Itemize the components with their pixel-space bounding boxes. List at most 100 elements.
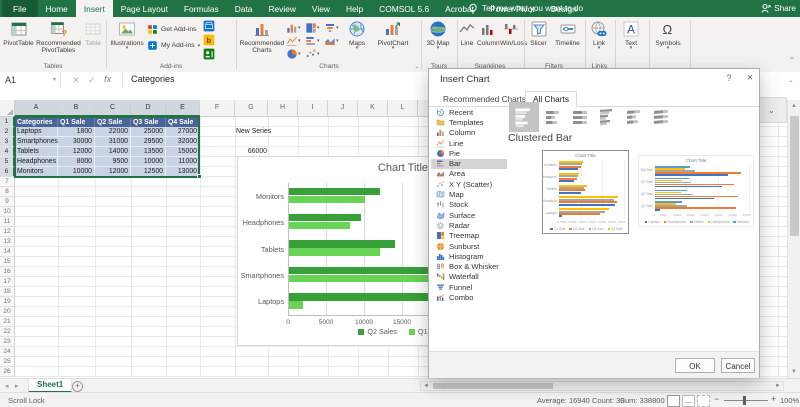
row-header-9[interactable]: 9 — [0, 197, 15, 207]
scroll-left-arrow[interactable]: ◄ — [423, 383, 429, 389]
ribbon-tab-page-layout[interactable]: Page Layout — [113, 0, 176, 17]
column-header-J[interactable]: J — [328, 100, 358, 117]
ribbon-tab-formulas[interactable]: Formulas — [176, 0, 227, 17]
row-header-19[interactable]: 19 — [0, 297, 15, 307]
cell-A3[interactable]: Smartphones — [15, 137, 58, 147]
my-add-ins-button[interactable]: My Add-ins▾ — [147, 40, 200, 51]
ribbon-tab-view[interactable]: View — [304, 0, 338, 17]
insert-column-chart-button[interactable]: ▾ — [286, 22, 304, 34]
column-button[interactable]: Column — [477, 18, 499, 47]
chart-type-item-box-whisker[interactable]: Box & Whisker — [431, 262, 507, 272]
cell-B5[interactable]: 8000 — [58, 157, 95, 167]
sheet-nav-right-icon[interactable]: ▸ — [15, 382, 19, 390]
link-button[interactable]: Link▾ — [586, 18, 612, 50]
scroll-up-arrow[interactable]: ▲ — [791, 103, 797, 109]
chart-type-item-bar[interactable]: Bar — [431, 159, 507, 169]
illustrations-button[interactable]: Illustrations▾ — [108, 18, 146, 50]
row-header-17[interactable]: 17 — [0, 277, 15, 287]
share-button[interactable]: Share — [761, 0, 796, 17]
cell-D3[interactable]: 29500 — [131, 137, 166, 147]
row-header-15[interactable]: 15 — [0, 257, 15, 267]
dialog-close-button[interactable]: × — [743, 72, 757, 86]
row-header-18[interactable]: 18 — [0, 287, 15, 297]
row-header-11[interactable]: 11 — [0, 217, 15, 227]
selection-fill-handle[interactable] — [197, 174, 202, 179]
ribbon-tab-comsol-5-6[interactable]: COMSOL 5.6 — [371, 0, 437, 17]
zoom-slider[interactable] — [724, 400, 768, 401]
name-box[interactable]: A1 ▾ — [0, 72, 61, 88]
chart-type-item-map[interactable]: Map — [431, 189, 507, 199]
name-box-dropdown-icon[interactable]: ▾ — [53, 76, 56, 83]
subtype-3d-100-stacked-bar-button[interactable] — [651, 107, 671, 127]
view-page-break-icon[interactable] — [697, 395, 710, 407]
zoom-out-button[interactable]: − — [714, 394, 719, 404]
chart-type-item-surface[interactable]: Surface — [431, 210, 507, 220]
chart-type-item-line[interactable]: Line — [431, 138, 507, 148]
subtype-3d-clustered-bar-button[interactable] — [597, 107, 617, 127]
cell-D6[interactable]: 12500 — [131, 167, 166, 177]
row-header-7[interactable]: 7 — [0, 177, 15, 187]
ribbon-tab-file[interactable]: File — [2, 0, 38, 17]
preview-clustered-bar-2[interactable]: Chart TitleQ4 SaleQ3 SaleQ2 SaleQ1 Sale0… — [638, 155, 754, 227]
cell-B3[interactable]: 30000 — [58, 137, 95, 147]
chart-type-item-radar[interactable]: Radar — [431, 220, 507, 230]
recommended-charts-button[interactable]: Recommended Charts — [239, 18, 285, 55]
cell-B4[interactable]: 12000 — [58, 147, 95, 157]
scroll-right-arrow[interactable]: ► — [775, 383, 781, 389]
cancel-button[interactable]: Cancel — [721, 358, 755, 373]
column-header-K[interactable]: K — [358, 100, 388, 117]
chart-type-item-sunburst[interactable]: Sunburst — [431, 241, 507, 251]
subtype-3d-stacked-bar-button[interactable] — [624, 107, 644, 127]
chart-type-item-pie[interactable]: Pie — [431, 148, 507, 158]
ribbon-tab-help[interactable]: Help — [338, 0, 371, 17]
vertical-scroll-thumb[interactable] — [790, 116, 799, 236]
row-header-25[interactable]: 25 — [0, 357, 15, 367]
cell-E4[interactable]: 15000 — [166, 147, 200, 157]
table-button[interactable]: Table — [82, 18, 104, 47]
ribbon-tab-insert[interactable]: Insert — [76, 0, 113, 17]
zoom-level-label[interactable]: 100% — [780, 396, 799, 405]
symbols-button[interactable]: ΩSymbols▾ — [651, 18, 685, 50]
cell-C5[interactable]: 9500 — [95, 157, 131, 167]
insert-function-icon[interactable]: fx — [104, 74, 111, 85]
column-header-H[interactable]: H — [268, 100, 298, 117]
add-sheet-button[interactable]: + — [72, 381, 83, 392]
row-header-2[interactable]: 2 — [0, 127, 15, 137]
cell-G2[interactable]: New Series — [236, 127, 267, 137]
chart-type-item-templates[interactable]: Templates — [431, 117, 507, 127]
row-header-13[interactable]: 13 — [0, 237, 15, 247]
row-header-23[interactable]: 23 — [0, 337, 15, 347]
column-header-L[interactable]: L — [388, 100, 418, 117]
cell-E6[interactable]: 13000 — [166, 167, 200, 177]
cell-A5[interactable]: Headphones — [15, 157, 58, 167]
row-header-3[interactable]: 3 — [0, 137, 15, 147]
row-header-12[interactable]: 12 — [0, 227, 15, 237]
row-header-6[interactable]: 6 — [0, 167, 15, 177]
column-header-F[interactable]: F — [200, 100, 235, 117]
cell-D4[interactable]: 13500 — [131, 147, 166, 157]
cell-C4[interactable]: 14000 — [95, 147, 131, 157]
chart-type-item-treemap[interactable]: Treemap — [431, 231, 507, 241]
horizontal-scroll-thumb[interactable] — [433, 383, 553, 389]
row-header-26[interactable]: 26 — [0, 367, 15, 377]
cell-E2[interactable]: 27000 — [166, 127, 200, 137]
scroll-down-arrow[interactable]: ▼ — [791, 369, 797, 375]
cell-B2[interactable]: 1800 — [58, 127, 95, 137]
insert-scatter-chart-button[interactable]: ▾ — [305, 48, 323, 60]
cell-A2[interactable]: Laptops — [15, 127, 58, 137]
zoom-in-button[interactable]: + — [771, 394, 776, 404]
recommended-pivottables-button[interactable]: ?Recommended PivotTables — [36, 18, 81, 55]
confirm-entry-icon[interactable]: ✓ — [88, 75, 96, 86]
get-add-ins-button[interactable]: Get Add-ins — [147, 24, 200, 35]
cell-E5[interactable]: 11000 — [166, 157, 200, 167]
row-header-1[interactable]: 1 — [0, 117, 15, 127]
zoom-slider-knob[interactable] — [743, 396, 746, 405]
row-header-20[interactable]: 20 — [0, 307, 15, 317]
dialog-help-button[interactable]: ? — [722, 73, 736, 87]
cell-E3[interactable]: 32000 — [166, 137, 200, 147]
row-header-5[interactable]: 5 — [0, 157, 15, 167]
ribbon-tab-review[interactable]: Review — [260, 0, 303, 17]
chart-type-item-recent[interactable]: Recent — [431, 107, 507, 117]
cell-A6[interactable]: Monitors — [15, 167, 58, 177]
chart-type-item-funnel[interactable]: Funnel — [431, 282, 507, 292]
